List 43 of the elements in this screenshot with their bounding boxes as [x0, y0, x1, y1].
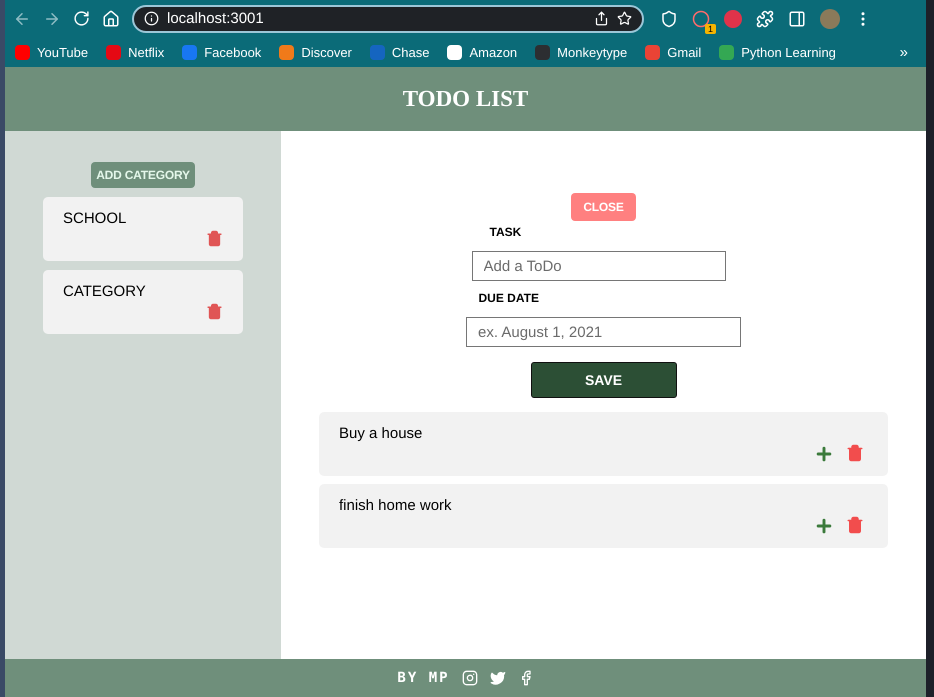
record-icon[interactable] [692, 10, 710, 28]
reload-icon[interactable] [73, 10, 90, 27]
bookmark-link[interactable]: Gmail [645, 44, 702, 60]
input-field[interactable]: ex. August 1, 2021 [466, 317, 741, 347]
bookmark-link[interactable]: YouTube [15, 44, 88, 60]
plus-icon[interactable] [814, 444, 834, 464]
save-button[interactable]: SAVE [530, 362, 676, 398]
extension-badge: 1 [704, 24, 716, 34]
side-panel-icon[interactable] [788, 10, 806, 28]
input-field[interactable]: Add a ToDo [472, 251, 726, 281]
category-card[interactable]: SCHOOL [43, 197, 243, 261]
bookmark-link[interactable]: Discover [279, 44, 352, 60]
bookmark-link[interactable]: Chase [370, 44, 430, 60]
plus-icon[interactable] [814, 516, 834, 536]
page-title: TODO LIST [402, 86, 528, 112]
category-name: CATEGORY [63, 283, 146, 300]
share-icon[interactable] [594, 11, 609, 26]
trash-icon[interactable] [206, 303, 223, 320]
instagram-icon[interactable] [462, 670, 478, 686]
trash-icon[interactable] [206, 230, 223, 247]
info-icon [144, 11, 159, 26]
todo-text: Buy a house [339, 425, 422, 442]
home-icon[interactable] [102, 10, 120, 28]
address-bar[interactable]: localhost:3001 [132, 4, 644, 32]
field-label: TASK [490, 225, 522, 239]
field-label: DUE DATE [478, 291, 539, 305]
trash-icon[interactable] [846, 444, 864, 464]
bookmark-link[interactable]: Amazon [447, 44, 518, 60]
twitter-icon[interactable] [490, 670, 506, 686]
todo-text: finish home work [339, 497, 452, 514]
bookmark-link[interactable]: Facebook [182, 44, 262, 60]
star-icon[interactable] [617, 11, 632, 26]
bookmark-link[interactable]: Python Learning [719, 44, 836, 60]
category-card[interactable]: CATEGORY [43, 270, 243, 334]
trash-icon[interactable] [846, 516, 864, 536]
puzzle-icon[interactable] [756, 10, 774, 28]
footer-credit: BY MP [397, 670, 450, 686]
bookmark-link[interactable]: Monkeytype [535, 44, 628, 60]
shield-icon[interactable] [660, 10, 678, 28]
bookmarks-overflow[interactable]: » [900, 44, 908, 60]
add-category-button[interactable]: ADD CATEGORY [91, 162, 195, 188]
bookmark-link[interactable]: Netflix [106, 44, 164, 60]
category-name: SCHOOL [63, 210, 126, 227]
